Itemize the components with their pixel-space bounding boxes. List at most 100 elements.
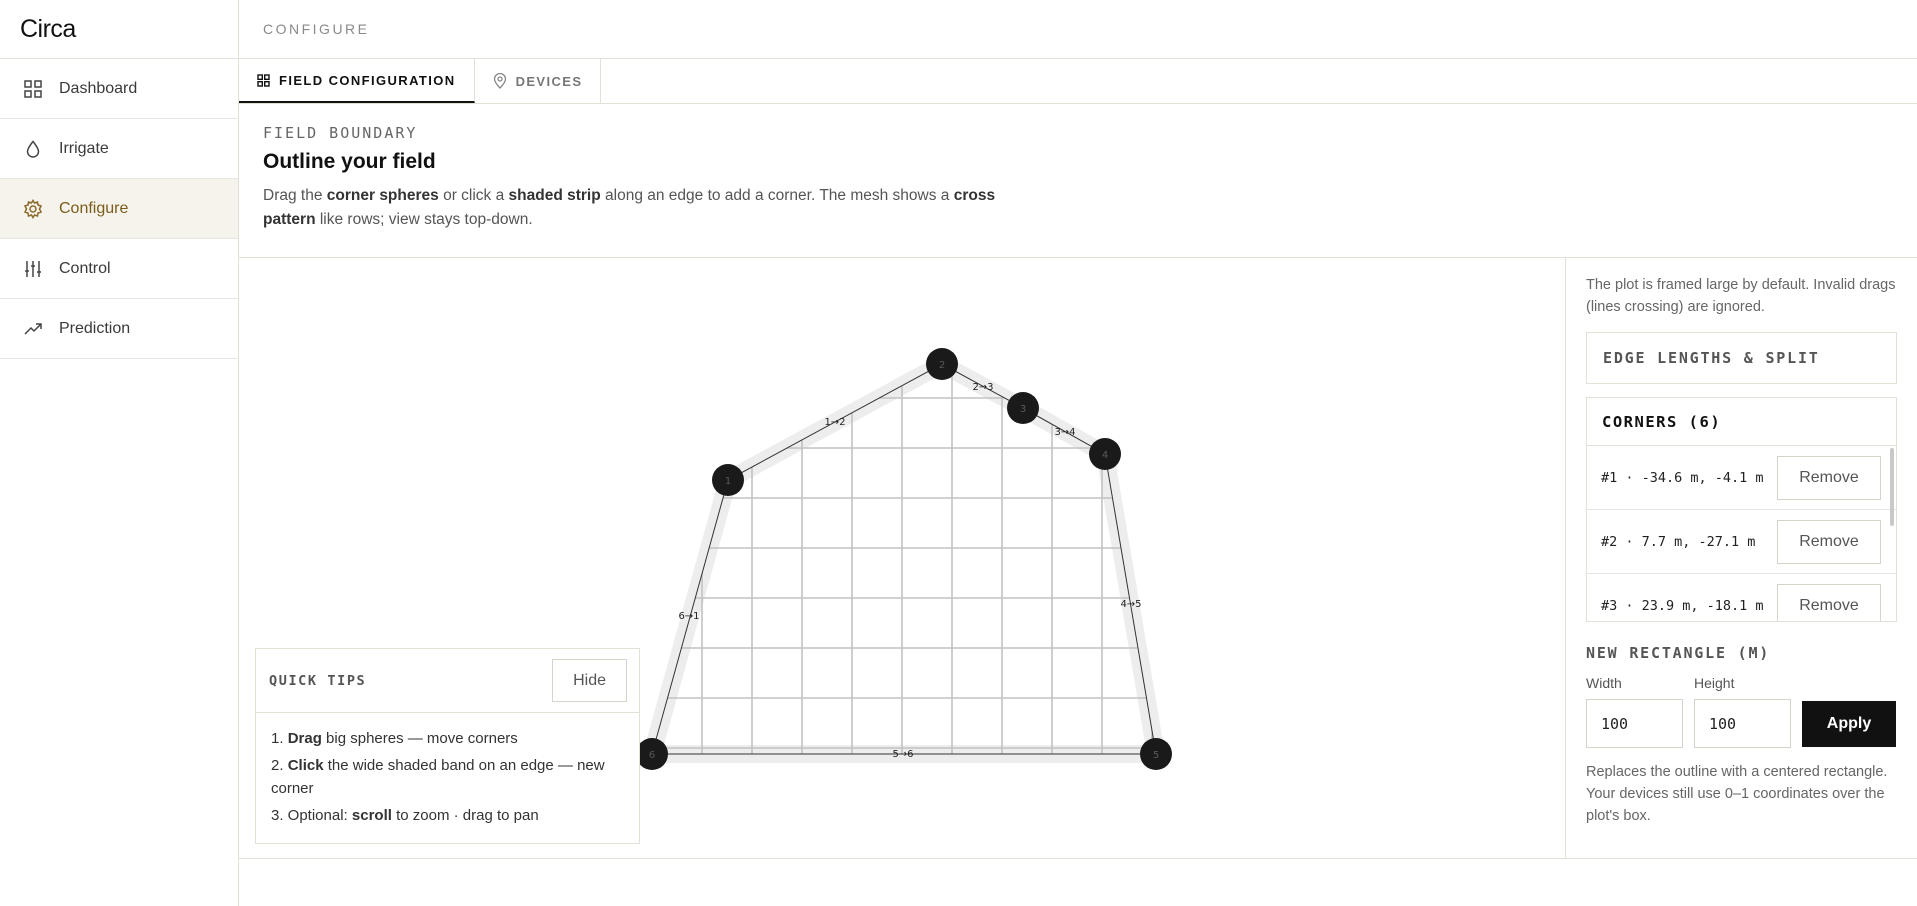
sidebar-item-control[interactable]: Control xyxy=(0,239,238,299)
rectangle-help-text: Replaces the outline with a centered rec… xyxy=(1586,764,1888,824)
brand-logo: Circa xyxy=(0,0,238,59)
tip-bold: Click xyxy=(287,757,324,774)
grid-icon xyxy=(257,73,270,87)
sidebar: Circa Dashboard Irrigate Configure Contr… xyxy=(0,0,239,906)
field-canvas[interactable]: 1→2 2→3 3→4 4→5 5→6 6→1 1 2 3 4 5 6 QUIC… xyxy=(239,258,1566,858)
edge-label: 2→3 xyxy=(972,382,993,393)
remove-corner-button[interactable]: Remove xyxy=(1777,583,1881,621)
width-label: Width xyxy=(1586,675,1622,691)
quick-tips-header: QUICK TIPS Hide xyxy=(256,649,639,713)
tab-bar: FIELD CONFIGURATION DEVICES xyxy=(239,59,1917,104)
tab-devices[interactable]: DEVICES xyxy=(475,59,602,103)
quick-tips-title: QUICK TIPS xyxy=(269,672,367,689)
corners-list: CORNERS (6) #1 · -34.6 m, -4.1 m Remove … xyxy=(1586,397,1897,622)
field-outline xyxy=(651,363,1157,755)
page-title: CONFIGURE xyxy=(239,0,1917,59)
height-label: Height xyxy=(1694,675,1735,691)
tab-label: DEVICES xyxy=(515,73,583,89)
desc-bold: shaded strip xyxy=(508,187,601,204)
corner-sphere[interactable]: 2 xyxy=(926,348,958,380)
desc-bold: corner spheres xyxy=(326,187,439,204)
sidebar-item-prediction[interactable]: Prediction xyxy=(0,299,238,359)
list-item: 3. Optional: scroll to zoom · drag to pa… xyxy=(271,804,625,827)
edge-label: 5→6 xyxy=(892,749,913,760)
workspace: 1→2 2→3 3→4 4→5 5→6 6→1 1 2 3 4 5 6 QUIC… xyxy=(239,258,1917,859)
section-header: FIELD BOUNDARY Outline your field Drag t… xyxy=(239,104,1917,258)
right-panel: The plot is framed large by default. Inv… xyxy=(1566,258,1917,858)
height-input[interactable] xyxy=(1694,699,1791,748)
droplet-icon xyxy=(22,138,44,160)
list-item: 2. Click the wide shaded band on an edge… xyxy=(271,754,625,800)
edge-label: 4→5 xyxy=(1120,599,1141,610)
tip-text: to zoom · drag to pan xyxy=(391,807,539,824)
corner-coords: #2 · 7.7 m, -27.1 m xyxy=(1601,533,1756,550)
list-item: #3 · 23.9 m, -18.1 m Remove xyxy=(1587,574,1896,621)
edge-lengths-section[interactable]: EDGE LENGTHS & SPLIT xyxy=(1586,332,1897,384)
width-input[interactable] xyxy=(1586,699,1683,748)
remove-corner-button[interactable]: Remove xyxy=(1777,519,1881,564)
corner-sphere[interactable]: 6 xyxy=(636,738,668,770)
hide-tips-button[interactable]: Hide xyxy=(552,659,627,702)
tip-num: 2. xyxy=(271,757,288,774)
edge-label: 3→4 xyxy=(1054,427,1075,438)
section-title: Outline your field xyxy=(263,150,436,173)
tip-bold: scroll xyxy=(351,807,392,824)
corner-label: 1 xyxy=(725,476,731,487)
corner-label: 4 xyxy=(1102,450,1108,461)
main-content: CONFIGURE FIELD CONFIGURATION DEVICES FI… xyxy=(239,0,1917,906)
sidebar-item-label: Dashboard xyxy=(59,79,138,97)
apply-button[interactable]: Apply xyxy=(1802,701,1896,747)
desc-text: like rows; view stays top-down. xyxy=(315,211,533,228)
tip-bold: Drag xyxy=(287,730,322,747)
tips-list: 1. Drag big spheres — move corners 2. Cl… xyxy=(256,713,639,827)
sidebar-item-label: Configure xyxy=(59,199,129,217)
rectangle-form: Width Height Apply xyxy=(1586,675,1897,748)
sidebar-item-label: Prediction xyxy=(59,319,131,337)
corner-sphere[interactable]: 1 xyxy=(712,464,744,496)
desc-text: along an edge to add a corner. The mesh … xyxy=(600,187,954,204)
edge-lengths-title: EDGE LENGTHS & SPLIT xyxy=(1603,349,1820,367)
sidebar-item-label: Control xyxy=(59,259,111,277)
corner-coords: #3 · 23.9 m, -18.1 m xyxy=(1601,597,1764,614)
corner-sphere[interactable]: 4 xyxy=(1089,438,1121,470)
list-item: #1 · -34.6 m, -4.1 m Remove xyxy=(1587,446,1896,510)
edge-strip[interactable] xyxy=(643,355,1165,763)
corners-title: CORNERS (6) xyxy=(1587,398,1896,446)
corner-label: 6 xyxy=(649,750,655,761)
tab-field-configuration[interactable]: FIELD CONFIGURATION xyxy=(239,59,475,103)
grid-icon xyxy=(22,78,44,100)
desc-text: or click a xyxy=(438,187,509,204)
new-rectangle-title: NEW RECTANGLE (M) xyxy=(1586,644,1771,662)
section-description: Drag the corner spheres or click a shade… xyxy=(263,184,1023,232)
tab-label: FIELD CONFIGURATION xyxy=(279,72,456,88)
list-item: 1. Drag big spheres — move corners xyxy=(271,727,625,750)
section-eyebrow: FIELD BOUNDARY xyxy=(263,124,418,142)
tip-num: 1. xyxy=(271,730,288,747)
panel-note: The plot is framed large by default. Inv… xyxy=(1586,277,1896,315)
corner-label: 5 xyxy=(1153,750,1159,761)
corner-label: 3 xyxy=(1020,404,1026,415)
remove-corner-button[interactable]: Remove xyxy=(1777,455,1881,500)
edge-label: 1→2 xyxy=(824,417,845,428)
desc-text: Drag the xyxy=(263,187,327,204)
corner-coords: #1 · -34.6 m, -4.1 m xyxy=(1601,469,1764,486)
sidebar-item-irrigate[interactable]: Irrigate xyxy=(0,119,238,179)
height-field-group: Height xyxy=(1694,675,1791,748)
sliders-icon xyxy=(22,258,44,280)
sidebar-item-label: Irrigate xyxy=(59,139,109,157)
corners-scrollbar[interactable] xyxy=(1890,448,1894,526)
tip-num: 3. Optional: xyxy=(271,807,352,824)
width-field-group: Width xyxy=(1586,675,1683,748)
corner-sphere[interactable]: 5 xyxy=(1140,738,1172,770)
sidebar-item-configure[interactable]: Configure xyxy=(0,179,238,239)
list-item: #2 · 7.7 m, -27.1 m Remove xyxy=(1587,510,1896,574)
edge-label: 6→1 xyxy=(678,611,699,622)
trending-up-icon xyxy=(22,318,44,340)
sidebar-item-dashboard[interactable]: Dashboard xyxy=(0,59,238,119)
corner-label: 2 xyxy=(939,360,945,371)
quick-tips-panel: QUICK TIPS Hide 1. Drag big spheres — mo… xyxy=(255,648,640,844)
gear-icon xyxy=(22,198,44,220)
tip-text: big spheres — move corners xyxy=(321,730,518,747)
map-pin-icon xyxy=(493,73,507,89)
corner-sphere[interactable]: 3 xyxy=(1007,392,1039,424)
